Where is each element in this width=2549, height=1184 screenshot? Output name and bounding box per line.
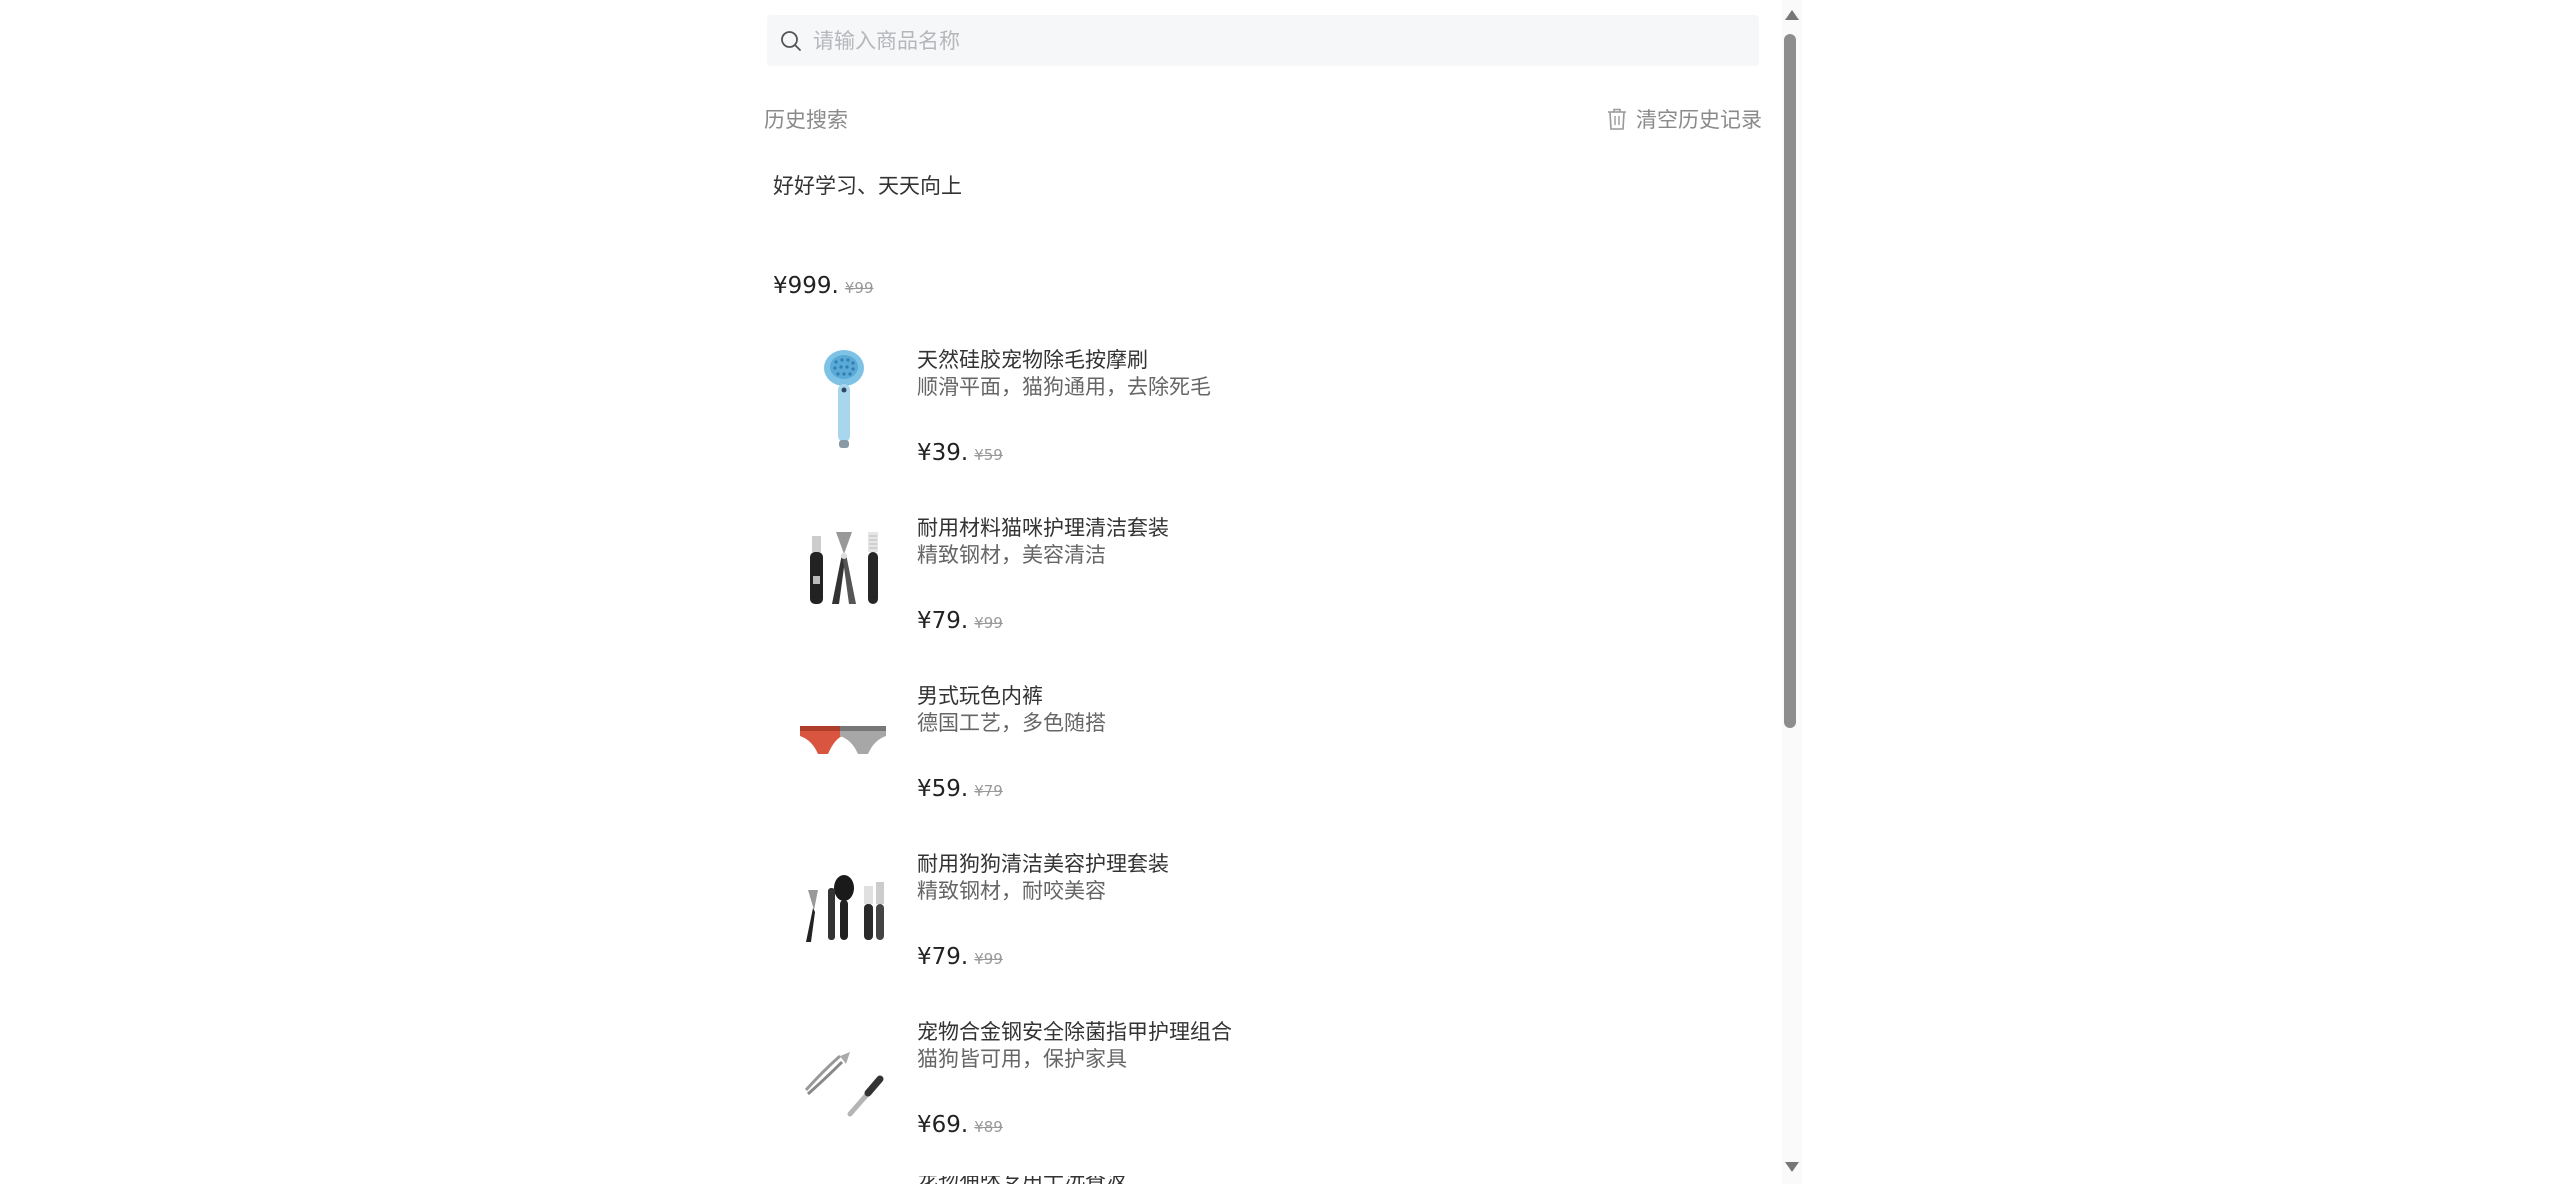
history-header: 历史搜索 清空历史记录 [764, 98, 1762, 138]
price-current: ¥39. [917, 440, 969, 466]
price-original: ¥99 [844, 279, 874, 297]
price-original: ¥89 [974, 1118, 1003, 1136]
product-price: ¥59. ¥79 [917, 776, 1003, 802]
product-item[interactable]: 宠物合金钢安全除菌指甲护理组合 猫狗皆可用，保护家具 ¥69. ¥89 [764, 1012, 1762, 1162]
clear-history-button[interactable]: 清空历史记录 [1606, 104, 1762, 134]
product-desc: 猫狗皆可用，保护家具 [917, 1047, 1127, 1071]
featured-price: ¥999. ¥99 [773, 273, 874, 299]
product-item[interactable]: 耐用狗狗清洁美容护理套装 精致钢材，耐咬美容 ¥79. ¥99 [764, 844, 1762, 994]
pet-brush-image [794, 346, 894, 458]
trash-icon [1608, 108, 1626, 130]
product-price: ¥39. ¥59 [917, 440, 1003, 466]
product-desc: 精致钢材，耐咬美容 [917, 879, 1106, 903]
product-name: 天然硅胶宠物除毛按摩刷 [917, 348, 1148, 372]
product-price: ¥79. ¥99 [917, 608, 1003, 634]
search-input[interactable] [811, 27, 1715, 54]
search-icon [781, 30, 801, 51]
product-name: 耐用狗狗清洁美容护理套装 [917, 852, 1169, 876]
mens-underwear-image [794, 682, 894, 794]
cat-grooming-kit-image [794, 514, 894, 626]
product-price: ¥79. ¥99 [917, 944, 1003, 970]
product-desc: 德国工艺，多色随搭 [917, 711, 1106, 735]
nail-care-set-image [794, 1018, 894, 1130]
history-title: 历史搜索 [764, 108, 848, 132]
product-desc: 精致钢材，美容清洁 [917, 543, 1106, 567]
scrollbar[interactable] [1782, 0, 1802, 1184]
price-original: ¥99 [974, 950, 1003, 968]
search-page: 历史搜索 清空历史记录 好好学习、天天向上 ¥999. ¥99 [764, 0, 1764, 1184]
product-item-partial[interactable]: 宠物猫咪专用干洗香波 [917, 1176, 1127, 1184]
history-tag[interactable]: 好好学习、天天向上 [773, 170, 962, 200]
product-name: 宠物合金钢安全除菌指甲护理组合 [917, 1020, 1232, 1044]
scroll-down-arrow-icon[interactable] [1785, 1162, 1799, 1172]
price-original: ¥79 [974, 782, 1003, 800]
clear-history-label: 清空历史记录 [1636, 108, 1762, 132]
price-current: ¥69. [917, 1112, 969, 1138]
search-bar[interactable] [767, 15, 1759, 66]
product-item[interactable]: 天然硅胶宠物除毛按摩刷 顺滑平面，猫狗通用，去除死毛 ¥39. ¥59 [764, 340, 1762, 490]
price-current: ¥79. [917, 944, 969, 970]
price-current: ¥59. [917, 776, 969, 802]
price-original: ¥99 [974, 614, 1003, 632]
price-current: ¥79. [917, 608, 969, 634]
product-item[interactable]: 男式玩色内裤 德国工艺，多色随搭 ¥59. ¥79 [764, 676, 1762, 826]
scrollbar-thumb[interactable] [1784, 34, 1796, 728]
product-item[interactable]: 耐用材料猫咪护理清洁套装 精致钢材，美容清洁 ¥79. ¥99 [764, 508, 1762, 658]
dog-grooming-kit-image [794, 850, 894, 962]
product-desc: 顺滑平面，猫狗通用，去除死毛 [917, 375, 1211, 399]
product-price: ¥69. ¥89 [917, 1112, 1003, 1138]
product-name: 耐用材料猫咪护理清洁套装 [917, 516, 1169, 540]
product-name: 男式玩色内裤 [917, 684, 1043, 708]
product-name: 宠物猫咪专用干洗香波 [917, 1176, 1127, 1184]
scroll-up-arrow-icon[interactable] [1785, 10, 1799, 20]
price-current: ¥999. [773, 273, 839, 299]
price-original: ¥59 [974, 446, 1003, 464]
